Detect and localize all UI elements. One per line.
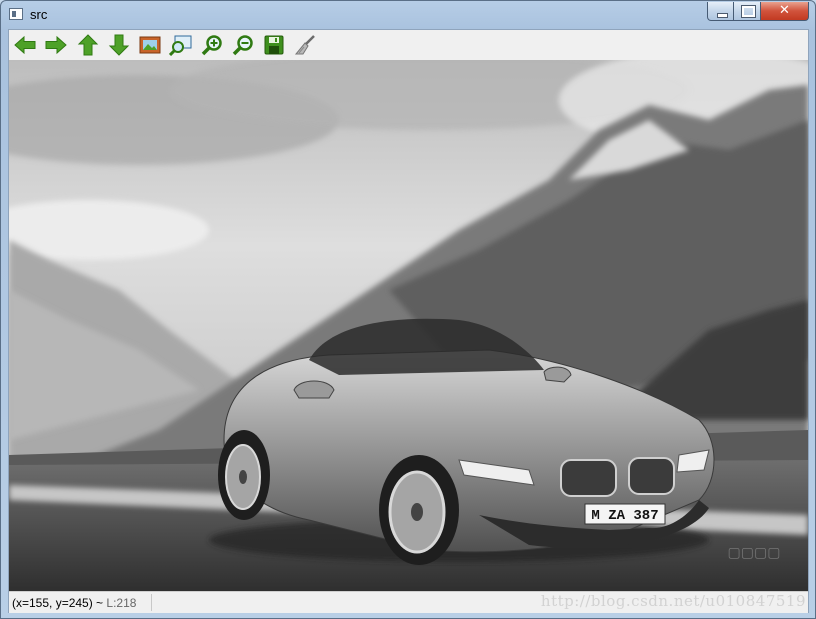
zoom-in-button[interactable] (200, 34, 224, 56)
arrow-left-icon (14, 35, 36, 55)
app-window: src ✕ M ZA 387 ▢▢▢▢ (x=155, y=245) ~ L:2… (0, 0, 816, 619)
title-bar[interactable]: src (1, 1, 815, 29)
window-title: src (30, 7, 48, 22)
status-separator (151, 594, 152, 611)
zoom-original-button[interactable] (138, 34, 162, 56)
properties-button[interactable] (293, 34, 317, 56)
rear-wheel (218, 430, 270, 520)
status-coordinates: (x=155, y=245) ~ L:218 (12, 596, 136, 610)
zoom-fit-icon (169, 35, 192, 56)
toolbar (9, 30, 808, 60)
arrow-up-icon (77, 34, 99, 56)
blog-watermark: http://blog.csdn.net/u010847519 (540, 592, 806, 610)
save-icon (264, 35, 284, 55)
window-icon[interactable] (9, 8, 23, 20)
save-button[interactable] (262, 34, 286, 56)
zoom-out-button[interactable] (231, 34, 255, 56)
pan-left-button[interactable] (13, 34, 37, 56)
image-viewport[interactable]: M ZA 387 ▢▢▢▢ (9, 60, 808, 591)
minimize-button[interactable] (707, 2, 734, 21)
client-area: M ZA 387 ▢▢▢▢ (x=155, y=245) ~ L:218 htt… (8, 29, 809, 613)
brush-icon (294, 35, 315, 55)
arrow-right-icon (45, 35, 67, 55)
pan-up-button[interactable] (76, 34, 100, 56)
license-plate: M ZA 387 (591, 508, 658, 524)
front-wheel (379, 455, 459, 565)
zoom-out-icon (232, 35, 253, 56)
svg-text:▢▢▢▢: ▢▢▢▢ (728, 545, 781, 561)
close-button[interactable] (761, 2, 809, 21)
displayed-image[interactable]: M ZA 387 ▢▢▢▢ (9, 60, 808, 591)
status-level: L:218 (106, 596, 137, 610)
zoom-fit-button[interactable] (169, 34, 193, 56)
arrow-down-icon (108, 34, 130, 56)
status-position: (x=155, y=245) ~ (12, 596, 104, 610)
status-bar: (x=155, y=245) ~ L:218 http://blog.csdn.… (9, 591, 808, 613)
pan-down-button[interactable] (107, 34, 131, 56)
pan-right-button[interactable] (44, 34, 68, 56)
zoom-in-icon (201, 35, 222, 56)
maximize-button[interactable] (734, 2, 761, 21)
image-icon (139, 36, 161, 54)
